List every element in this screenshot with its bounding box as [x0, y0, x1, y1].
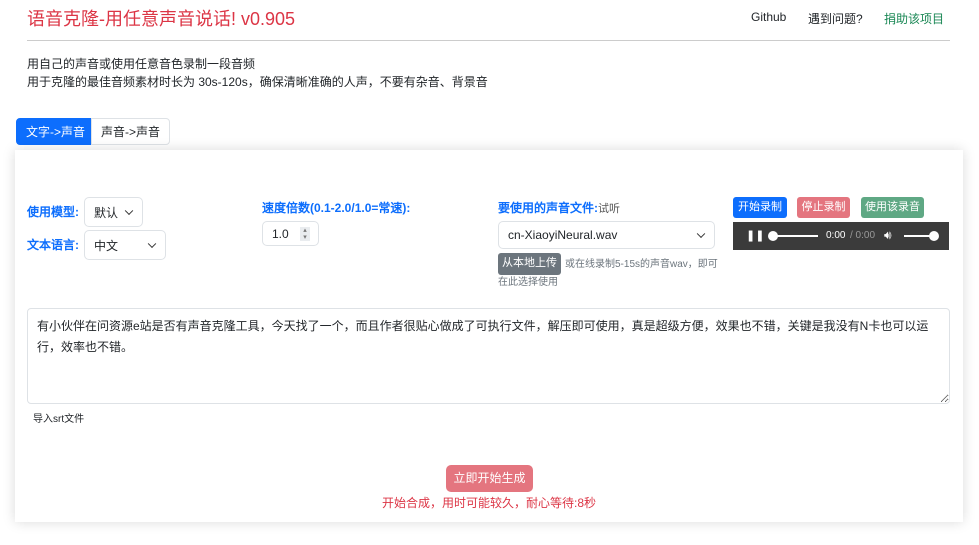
tab-text-to-voice[interactable]: 文字->声音 [16, 118, 96, 145]
voice-file-value: cn-XiaoyiNeural.wav [508, 228, 618, 242]
voice-label: 要使用的声音文件:试听 [498, 199, 620, 216]
page-title: 语音克隆-用任意声音说话! v0.905 [27, 9, 296, 29]
language-value: 中文 [94, 238, 119, 253]
nav-github[interactable]: Github [751, 10, 786, 24]
start-record-button[interactable]: 开始录制 [733, 197, 787, 218]
status-text: 开始合成，用时可能较久，耐心等待:8秒 [381, 496, 596, 510]
spinner-icon[interactable]: ▴ ▾ [300, 227, 310, 241]
use-recording-button[interactable]: 使用该录音 [861, 197, 924, 218]
language-select[interactable]: 中文 [84, 230, 166, 260]
model-label: 使用模型: [27, 205, 79, 219]
seek-bar[interactable] [773, 235, 818, 237]
language-label: 文本语言: [27, 238, 79, 252]
speed-label: 速度倍数(0.1-2.0/1.0=常速): [262, 201, 411, 215]
audio-player: ❚❚ 0:00 / 0:00 🔊︎ [733, 222, 949, 250]
text-input[interactable]: 有小伙伴在问资源e站是否有声音克隆工具，今天找了一个，而且作者很贴心做成了可执行… [27, 308, 950, 404]
current-time: 0:00 [826, 230, 846, 241]
model-select[interactable]: 默认 [84, 197, 143, 227]
generate-button[interactable]: 立即开始生成 [446, 465, 533, 492]
import-srt-link[interactable]: 导入srt文件 [33, 410, 84, 425]
stop-record-button[interactable]: 停止录制 [797, 197, 850, 218]
chevron-down-icon [696, 229, 706, 239]
preview-link[interactable]: 试听 [598, 203, 620, 215]
nav-help[interactable]: 遇到问题? [808, 10, 863, 27]
volume-icon[interactable]: 🔊︎ [884, 228, 892, 243]
chevron-down-icon [124, 206, 134, 216]
upload-hint: 或在线录制5-15s的声音wav，即可在此选择使用 [498, 259, 718, 288]
voice-label-text: 要使用的声音文件: [498, 201, 598, 215]
voice-file-select[interactable]: cn-XiaoyiNeural.wav [498, 221, 715, 249]
model-value: 默认 [94, 205, 119, 220]
chevron-down-icon [147, 239, 157, 249]
speed-value: 1.0 [272, 226, 289, 241]
divider [27, 40, 950, 41]
speed-input[interactable]: 1.0 ▴ ▾ [262, 221, 319, 246]
volume-handle[interactable] [929, 231, 939, 241]
intro-line-1: 用自己的声音或使用任意音色录制一段音频 [27, 57, 256, 71]
duration: / 0:00 [850, 230, 876, 241]
tab-voice-to-voice[interactable]: 声音->声音 [91, 118, 171, 145]
nav-donate[interactable]: 捐助该项目 [884, 10, 944, 27]
seek-handle[interactable] [768, 231, 778, 241]
intro-line-2: 用于克隆的最佳音频素材时长为 30s-120s，确保清晰准确的人声，不要有杂音、… [27, 75, 488, 89]
pause-icon[interactable]: ❚❚ [746, 229, 764, 242]
